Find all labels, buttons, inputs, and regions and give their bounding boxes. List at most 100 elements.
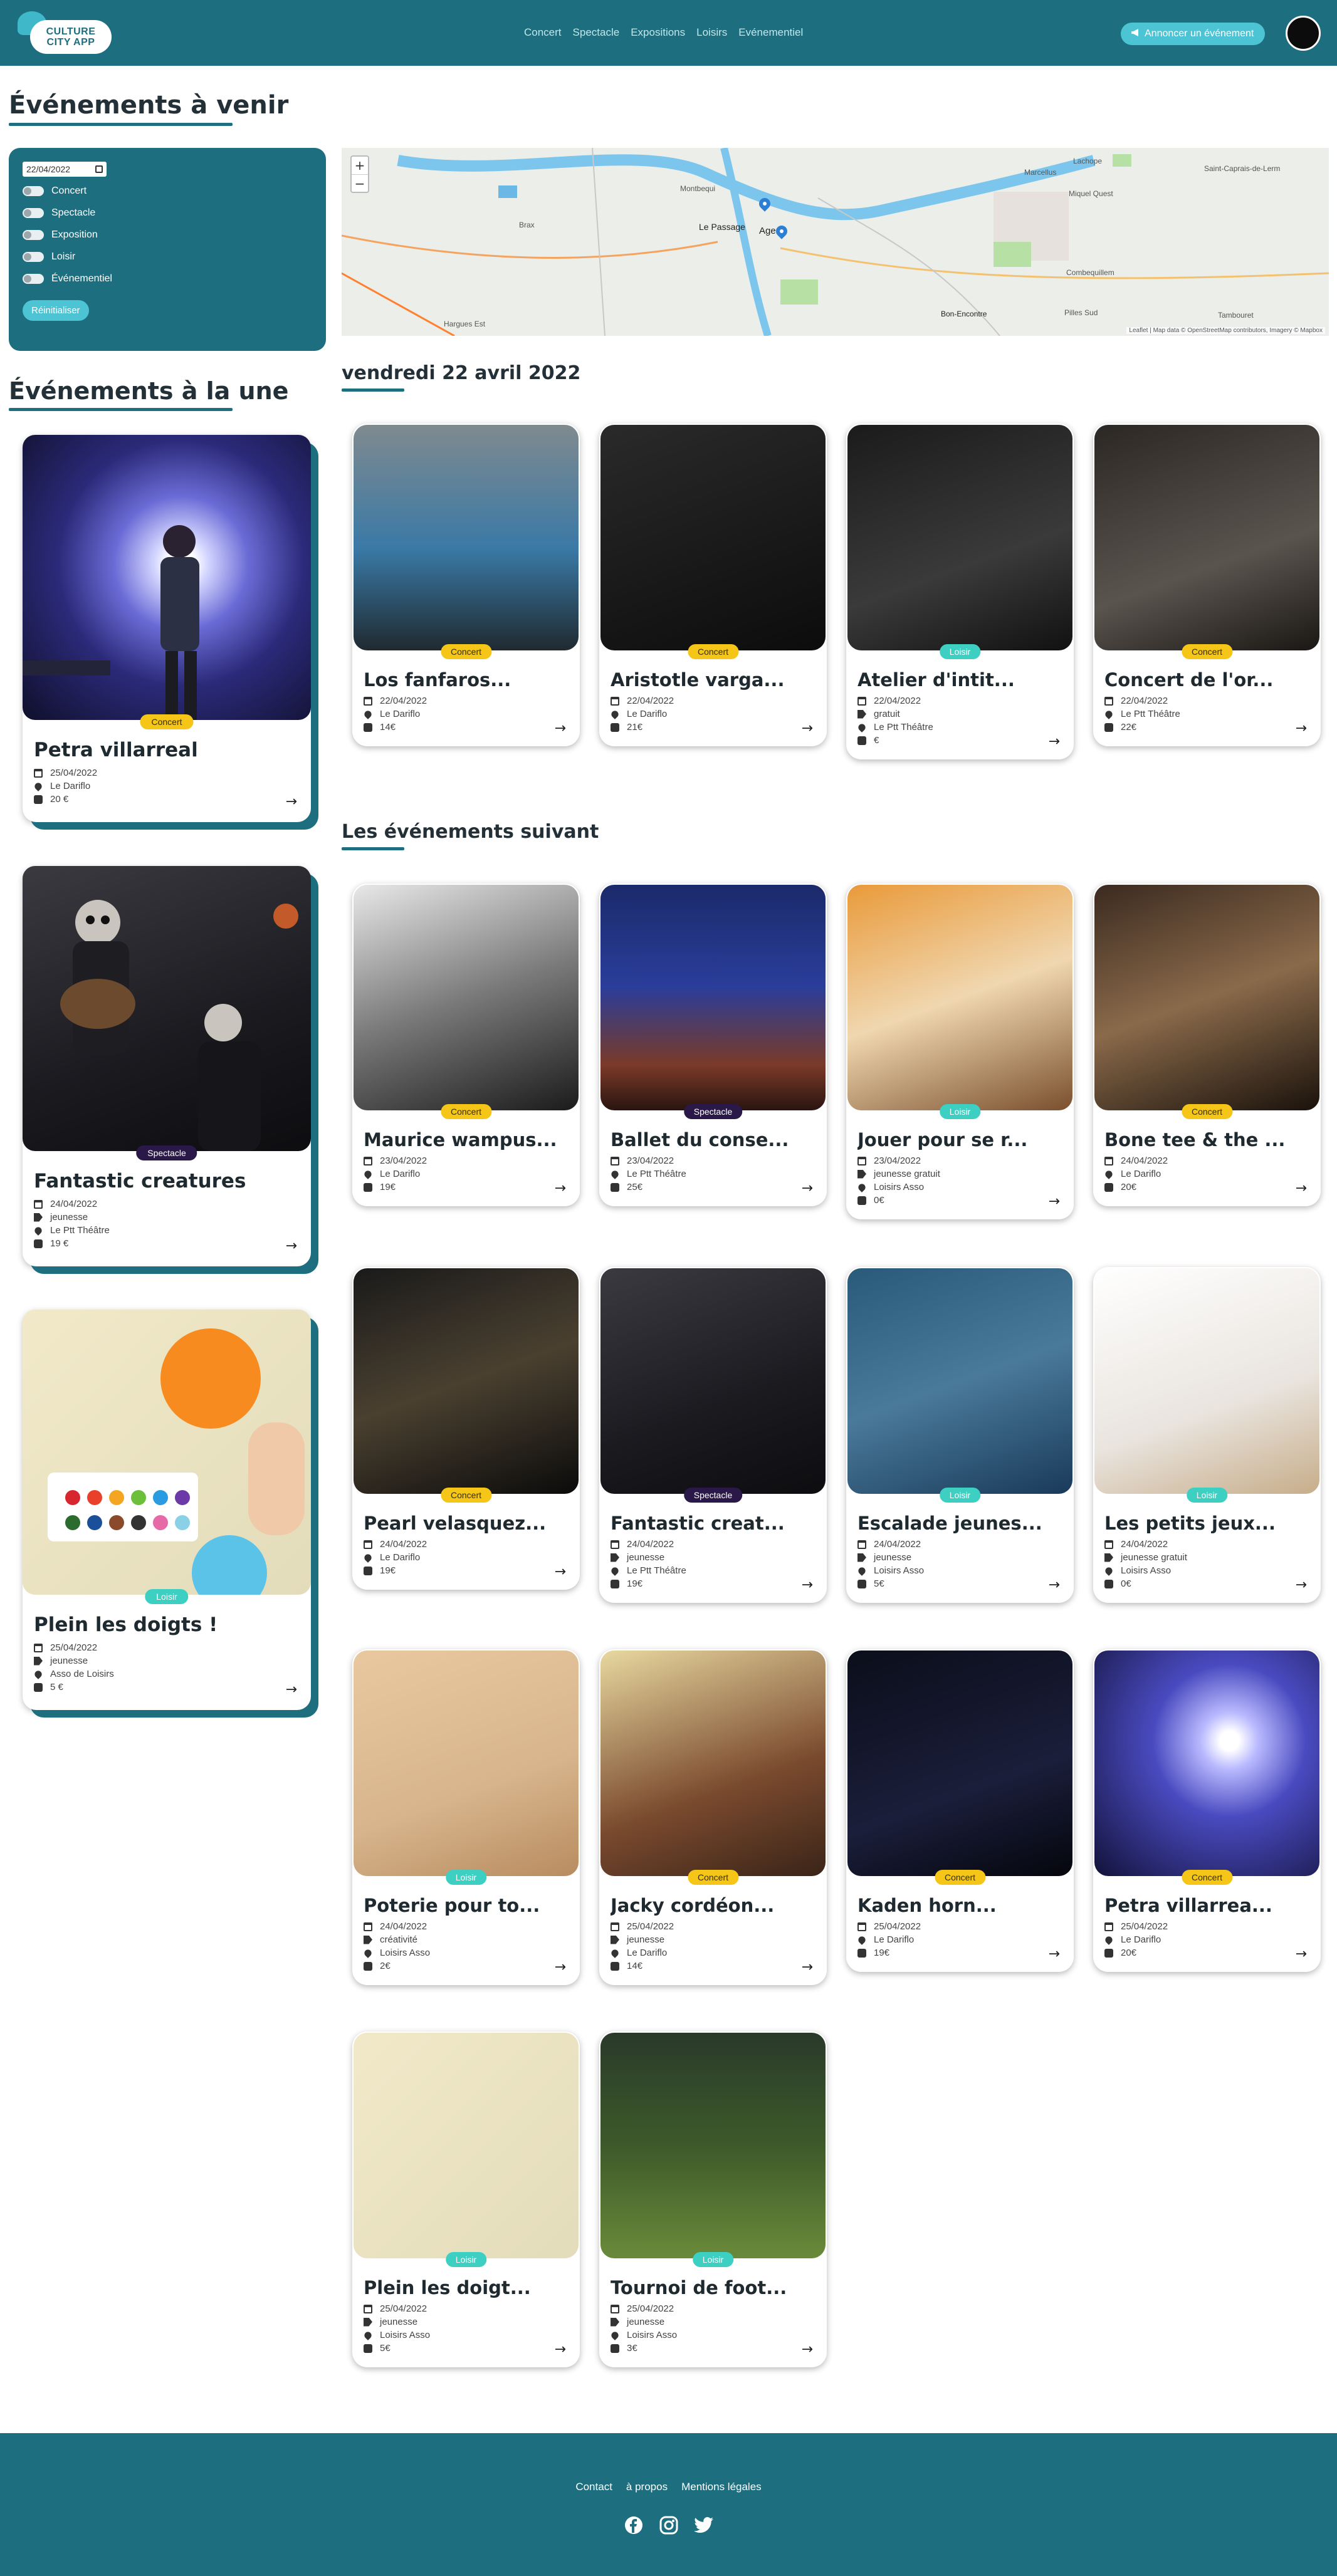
instagram-icon[interactable] — [658, 2515, 679, 2536]
nav-link-evenementiel[interactable]: Evénementiel — [738, 26, 803, 39]
performer-silhouette — [60, 900, 298, 1151]
main-nav: Concert Spectacle Expositions Loisirs Ev… — [524, 26, 803, 39]
event-card[interactable]: Concert Concert de l'or... 22/04/2022 Le Pt… — [1093, 424, 1321, 746]
next-title: Les événements suivant — [342, 821, 599, 850]
event-price: 3€ — [611, 2343, 815, 2354]
arrow-right-icon[interactable]: → — [1049, 734, 1060, 749]
arrow-right-icon[interactable]: → — [1049, 1577, 1060, 1593]
arrow-right-icon[interactable]: → — [802, 1181, 813, 1196]
category-badge: Loisir — [939, 1104, 981, 1119]
arrow-right-icon[interactable]: → — [1049, 1946, 1060, 1962]
filter-exposition[interactable]: Exposition — [23, 229, 312, 241]
location-pin-icon — [363, 1948, 373, 1958]
filter-evenementiel[interactable]: Événementiel — [23, 273, 312, 284]
arrow-right-icon[interactable]: → — [555, 1564, 566, 1580]
arrow-right-icon[interactable]: → — [802, 1577, 813, 1593]
event-card[interactable]: Spectacle Fantastic creat... 24/04/2022 jeu… — [599, 1267, 827, 1603]
zoom-out-button[interactable]: − — [352, 174, 368, 192]
event-title: Poterie pour to... — [364, 1895, 540, 1916]
user-avatar[interactable] — [1286, 16, 1321, 51]
footer-link-about[interactable]: à propos — [626, 2481, 668, 2493]
event-card[interactable]: Loisir Jouer pour se r... 23/04/2022 jeunes… — [846, 884, 1074, 1219]
event-place: Le Dariflo — [610, 709, 815, 719]
arrow-right-icon[interactable]: → — [286, 794, 297, 810]
category-badge: Spectacle — [683, 1488, 743, 1503]
arrow-right-icon[interactable]: → — [1296, 1181, 1307, 1196]
nav-link-loisirs[interactable]: Loisirs — [696, 26, 727, 39]
arrow-right-icon[interactable]: → — [1049, 1194, 1060, 1209]
event-photo — [600, 1268, 826, 1494]
location-pin-icon — [33, 781, 43, 791]
event-card[interactable]: Concert Maurice wampus... 23/04/2022 Le Dar… — [352, 884, 580, 1206]
map-marker-icon[interactable] — [776, 226, 787, 242]
location-pin-icon — [610, 2330, 620, 2340]
event-card[interactable]: Spectacle Ballet du conse... 23/04/2022 Le … — [599, 884, 827, 1206]
ticket-icon — [364, 1182, 372, 1192]
event-card[interactable]: Concert Kaden horn... 25/04/2022 Le Dariflo… — [846, 1649, 1074, 1972]
featured-card[interactable]: Spectacle Fantastic creatures 24/04/2022… — [23, 866, 311, 1266]
event-title: Fantastic creatures — [34, 1170, 246, 1192]
toggle-switch[interactable] — [23, 186, 44, 196]
event-date: 25/04/2022 — [34, 768, 300, 778]
filter-label: Spectacle — [51, 207, 96, 218]
event-card[interactable]: Concert Bone tee & the ... 24/04/2022 Le Da… — [1093, 884, 1321, 1206]
nav-link-concert[interactable]: Concert — [524, 26, 562, 39]
event-card[interactable]: Concert Aristotle varga... 22/04/2022 Le Da… — [599, 424, 827, 746]
arrow-right-icon[interactable]: → — [555, 721, 566, 736]
toggle-switch[interactable] — [23, 274, 44, 284]
arrow-right-icon[interactable]: → — [555, 1959, 566, 1975]
toggle-switch[interactable] — [23, 230, 44, 240]
event-card[interactable]: Concert Jacky cordéon... 25/04/2022 jeuness… — [599, 1649, 827, 1985]
reset-button[interactable]: Réinitialiser — [23, 300, 89, 321]
event-price: 14€ — [611, 1961, 815, 1971]
featured-card[interactable]: Loisir Plein les doigts ! 25/04/2022 jeu… — [23, 1310, 311, 1710]
arrow-right-icon[interactable]: → — [802, 2342, 813, 2357]
arrow-right-icon[interactable]: → — [555, 2342, 566, 2357]
event-tag: jeunesse — [34, 1656, 300, 1666]
footer-link-contact[interactable]: Contact — [575, 2481, 612, 2493]
event-map[interactable]: + − Montbequi Le Passage Agen Brax Bon-E… — [342, 148, 1329, 336]
date-input[interactable]: 22/04/2022 — [23, 162, 107, 177]
nav-link-spectacle[interactable]: Spectacle — [573, 26, 620, 39]
event-card[interactable]: Loisir Plein les doigt... 25/04/2022 jeunes… — [352, 2031, 580, 2367]
event-card[interactable]: Concert Pearl velasquez... 24/04/2022 Le Da… — [352, 1267, 580, 1590]
map-label: Saint-Caprais-de-Lerm — [1204, 164, 1281, 173]
event-card[interactable]: Concert Petra villarrea... 25/04/2022 Le Da… — [1093, 1649, 1321, 1972]
facebook-icon[interactable] — [623, 2515, 644, 2536]
event-card[interactable]: Loisir Tournoi de foot... 25/04/2022 jeunes… — [599, 2031, 827, 2367]
app-logo[interactable]: CULTURE CITY APP — [18, 11, 112, 55]
event-title: Fantastic creat... — [611, 1513, 785, 1534]
arrow-right-icon[interactable]: → — [286, 1682, 297, 1697]
filter-spectacle[interactable]: Spectacle — [23, 207, 312, 219]
arrow-right-icon[interactable]: → — [555, 1181, 566, 1196]
arrow-right-icon[interactable]: → — [802, 721, 813, 736]
event-place: Le Ptt Théâtre — [857, 722, 1062, 733]
event-date: 25/04/2022 — [611, 1921, 815, 1932]
map-marker-icon[interactable] — [759, 198, 770, 214]
zoom-in-button[interactable]: + — [352, 157, 368, 174]
toggle-switch[interactable] — [23, 252, 44, 262]
event-card[interactable]: Loisir Atelier d'intit... 22/04/2022 gratui… — [846, 424, 1074, 759]
nav-link-expositions[interactable]: Expositions — [631, 26, 685, 39]
announce-event-button[interactable]: Annoncer un événement — [1121, 23, 1266, 45]
arrow-right-icon[interactable]: → — [286, 1238, 297, 1254]
filter-loisir[interactable]: Loisir — [23, 251, 312, 263]
arrow-right-icon[interactable]: → — [1296, 1946, 1307, 1962]
arrow-right-icon[interactable]: → — [802, 1959, 813, 1975]
event-card[interactable]: Loisir Escalade jeunes... 24/04/2022 jeunes… — [846, 1267, 1074, 1603]
twitter-icon[interactable] — [693, 2515, 715, 2536]
arrow-right-icon[interactable]: → — [1296, 1577, 1307, 1593]
filter-concert[interactable]: Concert — [23, 185, 312, 197]
event-place: Le Ptt Théâtre — [610, 1565, 815, 1576]
event-title: Maurice wampus... — [364, 1129, 557, 1150]
event-card[interactable]: Loisir Les petits jeux... 24/04/2022 jeunes… — [1093, 1267, 1321, 1603]
event-date: 25/04/2022 — [364, 2303, 569, 2314]
event-card[interactable]: Concert Los fanfaros... 22/04/2022 Le Darif… — [352, 424, 580, 746]
featured-card[interactable]: Concert Petra villarreal 25/04/2022 Le D… — [23, 435, 311, 822]
toggle-switch[interactable] — [23, 208, 44, 218]
footer-link-legal[interactable]: Mentions légales — [681, 2481, 762, 2493]
event-card[interactable]: Loisir Poterie pour to... 24/04/2022 créati… — [352, 1649, 580, 1985]
event-price: 22€ — [1104, 722, 1309, 733]
arrow-right-icon[interactable]: → — [1296, 721, 1307, 736]
location-pin-icon — [857, 1934, 867, 1945]
